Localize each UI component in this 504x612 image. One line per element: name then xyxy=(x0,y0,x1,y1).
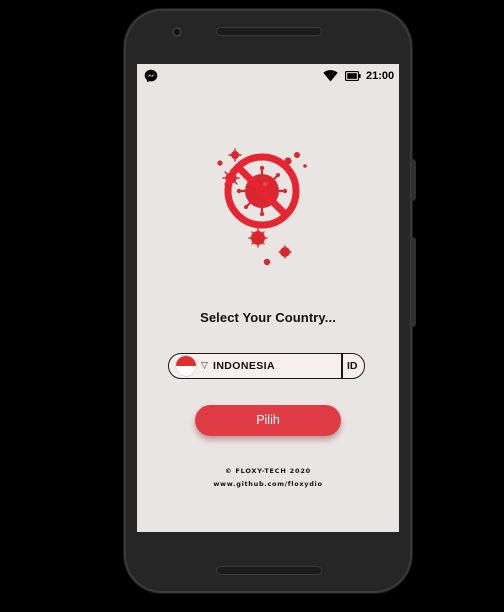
volume-button xyxy=(411,237,416,327)
picker-divider xyxy=(341,353,343,378)
earpiece-speaker xyxy=(216,27,322,36)
messenger-icon xyxy=(144,69,158,83)
wifi-icon xyxy=(323,70,338,82)
status-bar: 21:00 xyxy=(137,64,399,88)
selected-country-name[interactable]: INDONESIA xyxy=(213,359,275,373)
country-picker[interactable]: ▽ INDONESIA ID xyxy=(168,353,365,379)
battery-icon xyxy=(345,71,361,81)
indonesia-flag-icon[interactable] xyxy=(176,356,196,376)
front-camera xyxy=(172,27,182,37)
select-country-title: Select Your Country... xyxy=(200,310,336,325)
pilih-button[interactable]: Pilih xyxy=(195,405,341,436)
footer-github-link[interactable]: www.github.com/floxydio xyxy=(137,480,399,488)
power-button xyxy=(411,159,416,201)
dropdown-caret-icon[interactable]: ▽ xyxy=(201,358,208,374)
stage: 21:00 Select Your Country... ▽ INDONESIA… xyxy=(0,0,504,612)
bottom-speaker xyxy=(216,566,322,575)
status-clock: 21:00 xyxy=(366,70,395,82)
no-virus-icon xyxy=(217,148,307,266)
country-code: ID xyxy=(347,360,358,372)
app-screen: 21:00 Select Your Country... ▽ INDONESIA… xyxy=(137,64,399,532)
phone-frame: 21:00 Select Your Country... ▽ INDONESIA… xyxy=(124,9,416,593)
footer-copyright: © FLOXY-TECH 2020 xyxy=(225,467,311,475)
